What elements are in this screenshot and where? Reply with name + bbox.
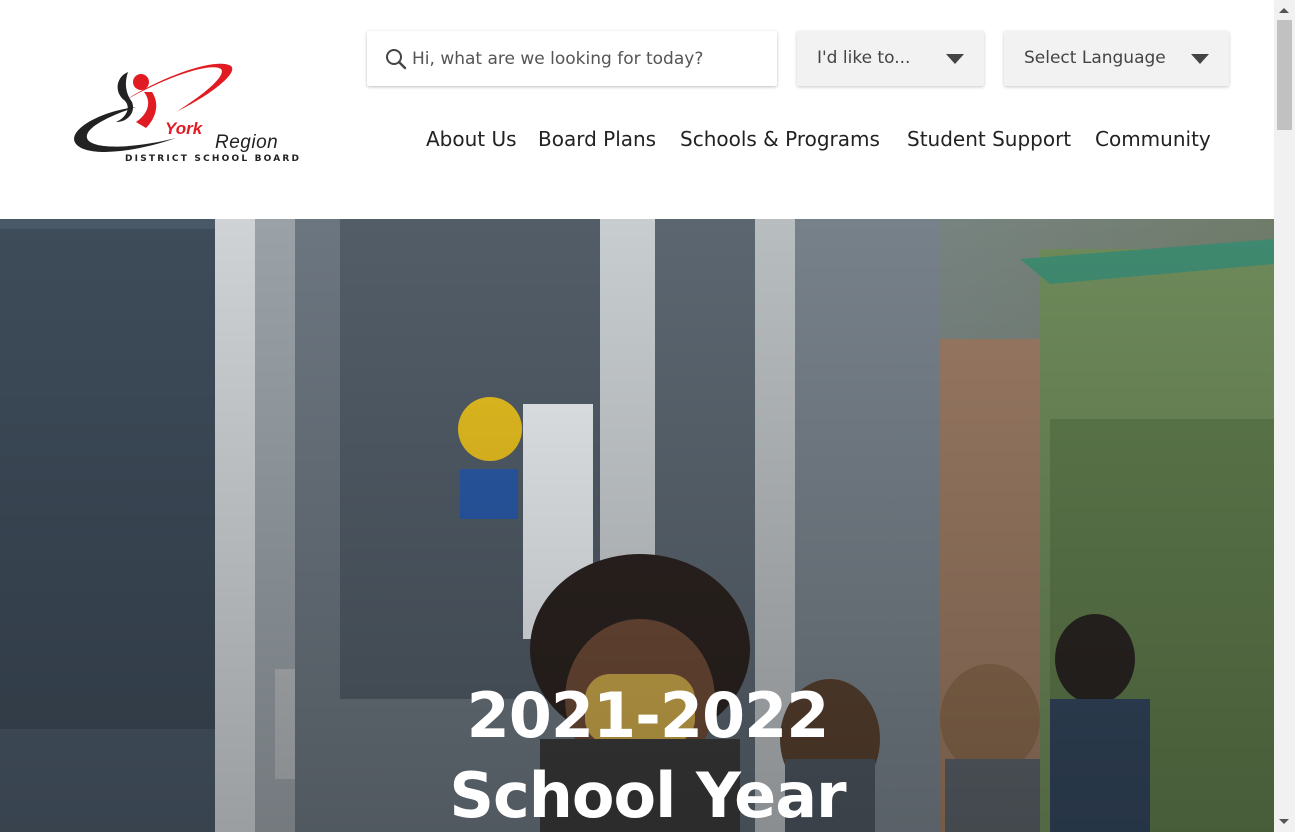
main-nav: About Us Board Plans Schools & Programs … [0,125,1274,155]
site-header: York Region DISTRICT SCHOOL BOARD I'd li… [0,0,1274,219]
language-select[interactable]: Select Language [1004,31,1229,86]
hero-title-line2: School Year [449,759,846,832]
logo-board-text: DISTRICT SCHOOL BOARD [125,154,302,164]
hero-banner: 2021-2022 School Year [0,219,1274,832]
caret-down-icon [946,54,964,64]
scrollbar-thumb[interactable] [1277,20,1292,130]
search-input[interactable] [412,31,767,86]
language-select-label: Select Language [1024,48,1166,68]
page-scrollbar[interactable] [1274,0,1295,832]
caret-down-icon [1191,54,1209,64]
nav-schools-programs[interactable]: Schools & Programs [680,125,880,153]
nav-student-support[interactable]: Student Support [907,125,1071,153]
hero-title-line1: 2021-2022 [466,679,830,752]
nav-community[interactable]: Community [1095,125,1211,153]
quick-links-dropdown[interactable]: I'd like to... [797,31,984,86]
nav-board-plans[interactable]: Board Plans [538,125,656,153]
quick-links-label: I'd like to... [817,48,911,68]
search-box [367,31,777,86]
nav-about-us[interactable]: About Us [426,125,517,153]
scroll-up-arrow-icon[interactable] [1279,8,1289,13]
search-icon[interactable] [385,48,407,70]
scroll-down-arrow-icon[interactable] [1279,819,1289,824]
